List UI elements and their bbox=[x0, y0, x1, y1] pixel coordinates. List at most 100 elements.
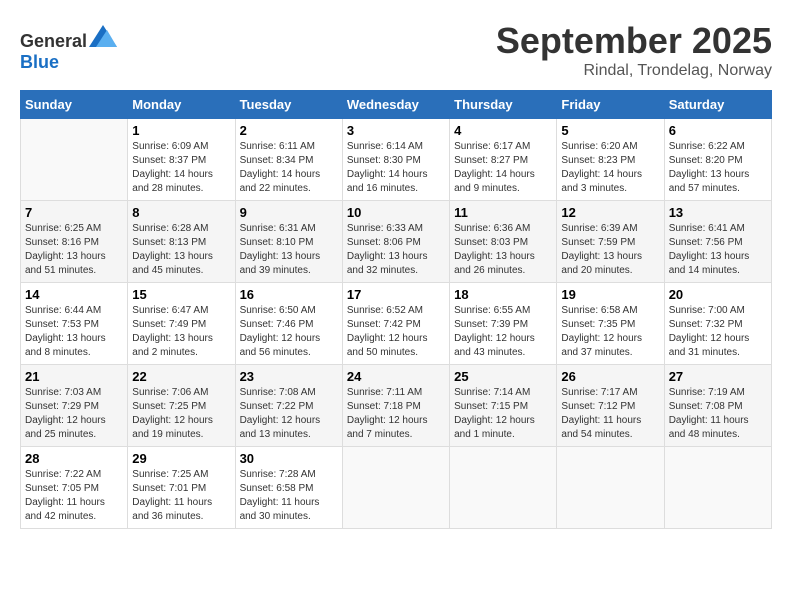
calendar-cell: 14 Sunrise: 6:44 AMSunset: 7:53 PMDayligh… bbox=[21, 283, 128, 365]
day-info: Sunrise: 6:28 AMSunset: 8:13 PMDaylight:… bbox=[132, 222, 230, 278]
calendar-cell: 20 Sunrise: 7:00 AMSunset: 7:32 PMDayligh… bbox=[664, 283, 771, 365]
calendar-cell bbox=[557, 447, 664, 529]
day-number: 15 bbox=[132, 287, 230, 302]
day-info: Sunrise: 7:17 AMSunset: 7:12 PMDaylight:… bbox=[561, 386, 659, 442]
weekday-header-wednesday: Wednesday bbox=[342, 91, 449, 119]
weekday-header-thursday: Thursday bbox=[450, 91, 557, 119]
calendar-cell: 5Sunrise: 6:20 AMSunset: 8:23 PMDaylight… bbox=[557, 119, 664, 201]
day-number: 30 bbox=[240, 451, 338, 466]
day-info: Sunrise: 7:19 AMSunset: 7:08 PMDaylight:… bbox=[669, 386, 767, 442]
calendar-cell: 28Sunrise: 7:22 AMSunset: 7:05 PMDayligh… bbox=[21, 447, 128, 529]
day-info: Sunrise: 6:09 AMSunset: 8:37 PMDaylight:… bbox=[132, 140, 230, 196]
calendar-cell bbox=[342, 447, 449, 529]
day-number: 25 bbox=[454, 369, 552, 384]
calendar-cell: 27 Sunrise: 7:19 AMSunset: 7:08 PMDayligh… bbox=[664, 365, 771, 447]
calendar-cell: 21 Sunrise: 7:03 AMSunset: 7:29 PMDayligh… bbox=[21, 365, 128, 447]
logo-general-text: General bbox=[20, 31, 87, 51]
location-title: Rindal, Trondelag, Norway bbox=[496, 62, 772, 80]
calendar-cell: 26 Sunrise: 7:17 AMSunset: 7:12 PMDayligh… bbox=[557, 365, 664, 447]
calendar-cell: 18 Sunrise: 6:55 AMSunset: 7:39 PMDayligh… bbox=[450, 283, 557, 365]
day-info: Sunrise: 7:03 AMSunset: 7:29 PMDaylight:… bbox=[25, 386, 123, 442]
calendar-cell: 1 Sunrise: 6:09 AMSunset: 8:37 PMDaylight… bbox=[128, 119, 235, 201]
weekday-header-row: SundayMondayTuesdayWednesdayThursdayFrid… bbox=[21, 91, 772, 119]
calendar-cell bbox=[450, 447, 557, 529]
day-number: 20 bbox=[669, 287, 767, 302]
day-info: Sunrise: 6:33 AMSunset: 8:06 PMDaylight:… bbox=[347, 222, 445, 278]
day-info: Sunrise: 7:08 AMSunset: 7:22 PMDaylight:… bbox=[240, 386, 338, 442]
weekday-header-tuesday: Tuesday bbox=[235, 91, 342, 119]
calendar-cell: 23 Sunrise: 7:08 AMSunset: 7:22 PMDayligh… bbox=[235, 365, 342, 447]
logo: General Blue bbox=[20, 25, 117, 73]
calendar-week-row: 7 Sunrise: 6:25 AMSunset: 8:16 PMDaylight… bbox=[21, 201, 772, 283]
calendar-cell: 29 Sunrise: 7:25 AMSunset: 7:01 PMDayligh… bbox=[128, 447, 235, 529]
title-area: September 2025 Rindal, Trondelag, Norway bbox=[496, 20, 772, 80]
day-info: Sunrise: 7:25 AMSunset: 7:01 PMDaylight:… bbox=[132, 468, 230, 524]
calendar-header: SundayMondayTuesdayWednesdayThursdayFrid… bbox=[21, 91, 772, 119]
calendar-cell: 3 Sunrise: 6:14 AMSunset: 8:30 PMDaylight… bbox=[342, 119, 449, 201]
day-info: Sunrise: 6:11 AMSunset: 8:34 PMDaylight:… bbox=[240, 140, 338, 196]
day-number: 4 bbox=[454, 123, 552, 138]
day-info: Sunrise: 6:55 AMSunset: 7:39 PMDaylight:… bbox=[454, 304, 552, 360]
day-info: Sunrise: 6:22 AMSunset: 8:20 PMDaylight:… bbox=[669, 140, 767, 196]
calendar-cell: 4 Sunrise: 6:17 AMSunset: 8:27 PMDaylight… bbox=[450, 119, 557, 201]
day-number: 17 bbox=[347, 287, 445, 302]
day-number: 1 bbox=[132, 123, 230, 138]
day-number: 16 bbox=[240, 287, 338, 302]
calendar-cell: 17 Sunrise: 6:52 AMSunset: 7:42 PMDayligh… bbox=[342, 283, 449, 365]
day-info: Sunrise: 6:50 AMSunset: 7:46 PMDaylight:… bbox=[240, 304, 338, 360]
day-info: Sunrise: 6:44 AMSunset: 7:53 PMDaylight:… bbox=[25, 304, 123, 360]
day-info: Sunrise: 6:14 AMSunset: 8:30 PMDaylight:… bbox=[347, 140, 445, 196]
day-info: Sunrise: 6:17 AMSunset: 8:27 PMDaylight:… bbox=[454, 140, 552, 196]
calendar-week-row: 28Sunrise: 7:22 AMSunset: 7:05 PMDayligh… bbox=[21, 447, 772, 529]
day-number: 9 bbox=[240, 205, 338, 220]
day-number: 18 bbox=[454, 287, 552, 302]
day-number: 19 bbox=[561, 287, 659, 302]
day-info: Sunrise: 6:52 AMSunset: 7:42 PMDaylight:… bbox=[347, 304, 445, 360]
day-info: Sunrise: 7:00 AMSunset: 7:32 PMDaylight:… bbox=[669, 304, 767, 360]
day-info: Sunrise: 6:25 AMSunset: 8:16 PMDaylight:… bbox=[25, 222, 123, 278]
weekday-header-friday: Friday bbox=[557, 91, 664, 119]
day-number: 24 bbox=[347, 369, 445, 384]
day-info: Sunrise: 7:06 AMSunset: 7:25 PMDaylight:… bbox=[132, 386, 230, 442]
day-info: Sunrise: 6:36 AMSunset: 8:03 PMDaylight:… bbox=[454, 222, 552, 278]
calendar-cell: 7 Sunrise: 6:25 AMSunset: 8:16 PMDaylight… bbox=[21, 201, 128, 283]
calendar-week-row: 21 Sunrise: 7:03 AMSunset: 7:29 PMDayligh… bbox=[21, 365, 772, 447]
calendar-cell: 13 Sunrise: 6:41 AMSunset: 7:56 PMDayligh… bbox=[664, 201, 771, 283]
header: General Blue September 2025 Rindal, Tron… bbox=[20, 20, 772, 80]
calendar-week-row: 1 Sunrise: 6:09 AMSunset: 8:37 PMDaylight… bbox=[21, 119, 772, 201]
calendar-cell: 22 Sunrise: 7:06 AMSunset: 7:25 PMDayligh… bbox=[128, 365, 235, 447]
calendar-cell: 16 Sunrise: 6:50 AMSunset: 7:46 PMDayligh… bbox=[235, 283, 342, 365]
day-info: Sunrise: 7:28 AMSunset: 6:58 PMDaylight:… bbox=[240, 468, 338, 524]
day-info: Sunrise: 7:22 AMSunset: 7:05 PMDaylight:… bbox=[25, 468, 123, 524]
day-number: 6 bbox=[669, 123, 767, 138]
day-info: Sunrise: 7:11 AMSunset: 7:18 PMDaylight:… bbox=[347, 386, 445, 442]
calendar-cell: 6 Sunrise: 6:22 AMSunset: 8:20 PMDaylight… bbox=[664, 119, 771, 201]
day-number: 2 bbox=[240, 123, 338, 138]
day-number: 29 bbox=[132, 451, 230, 466]
calendar-week-row: 14 Sunrise: 6:44 AMSunset: 7:53 PMDayligh… bbox=[21, 283, 772, 365]
weekday-header-monday: Monday bbox=[128, 91, 235, 119]
logo-blue-text: Blue bbox=[20, 52, 59, 72]
day-number: 7 bbox=[25, 205, 123, 220]
day-number: 3 bbox=[347, 123, 445, 138]
calendar-cell: 24 Sunrise: 7:11 AMSunset: 7:18 PMDayligh… bbox=[342, 365, 449, 447]
calendar-cell: 15Sunrise: 6:47 AMSunset: 7:49 PMDayligh… bbox=[128, 283, 235, 365]
day-number: 26 bbox=[561, 369, 659, 384]
day-number: 10 bbox=[347, 205, 445, 220]
day-number: 27 bbox=[669, 369, 767, 384]
day-info: Sunrise: 6:58 AMSunset: 7:35 PMDaylight:… bbox=[561, 304, 659, 360]
calendar-cell: 19 Sunrise: 6:58 AMSunset: 7:35 PMDayligh… bbox=[557, 283, 664, 365]
day-info: Sunrise: 6:41 AMSunset: 7:56 PMDaylight:… bbox=[669, 222, 767, 278]
month-title: September 2025 bbox=[496, 20, 772, 62]
calendar-cell: 11Sunrise: 6:36 AMSunset: 8:03 PMDayligh… bbox=[450, 201, 557, 283]
day-number: 21 bbox=[25, 369, 123, 384]
day-number: 14 bbox=[25, 287, 123, 302]
weekday-header-saturday: Saturday bbox=[664, 91, 771, 119]
calendar-cell: 9Sunrise: 6:31 AMSunset: 8:10 PMDaylight… bbox=[235, 201, 342, 283]
weekday-header-sunday: Sunday bbox=[21, 91, 128, 119]
day-info: Sunrise: 6:39 AMSunset: 7:59 PMDaylight:… bbox=[561, 222, 659, 278]
day-number: 22 bbox=[132, 369, 230, 384]
day-number: 23 bbox=[240, 369, 338, 384]
day-number: 13 bbox=[669, 205, 767, 220]
calendar-body: 1 Sunrise: 6:09 AMSunset: 8:37 PMDaylight… bbox=[21, 119, 772, 529]
